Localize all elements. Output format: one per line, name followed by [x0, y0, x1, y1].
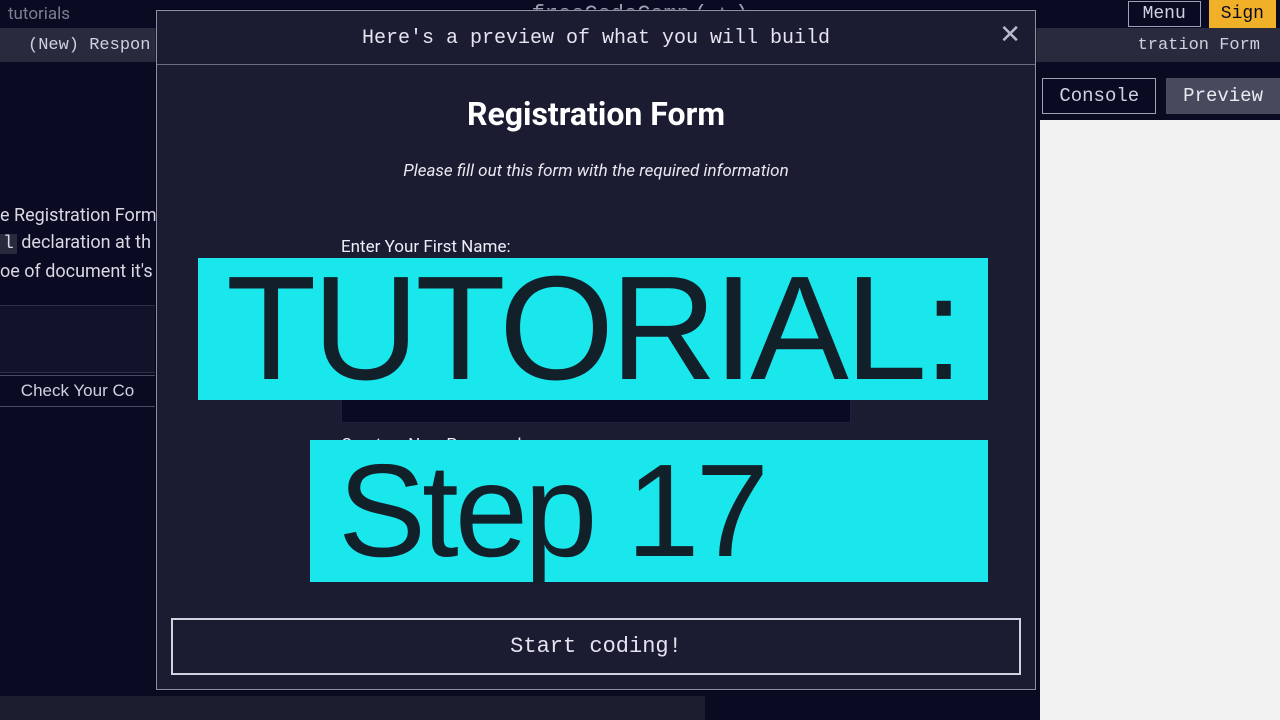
desc-line: l declaration at th	[0, 229, 180, 258]
desc-line: oe of document it's	[0, 258, 180, 285]
radio-label: Personal Account	[366, 532, 500, 552]
editor-footer-strip	[0, 696, 705, 720]
label-last-name: Enter Your Last Name:	[341, 303, 851, 323]
breadcrumb-right: tration Form	[1138, 36, 1260, 55]
signin-button[interactable]: Sign	[1209, 0, 1276, 28]
input-password[interactable]	[341, 463, 851, 489]
modal-title: Here's a preview of what you will build	[362, 27, 830, 50]
modal-footer: Start coding!	[157, 606, 1035, 689]
modal-scroll-area[interactable]: Registration Form Please fill out this f…	[157, 65, 1035, 606]
desc-text: declaration at th	[17, 232, 151, 253]
label-email: Enter Your Email:	[341, 369, 851, 389]
form-divider	[341, 515, 851, 516]
input-email[interactable]	[341, 397, 851, 423]
modal-body: Registration Form Please fill out this f…	[157, 65, 1035, 606]
desc-line: e Registration Form	[0, 202, 180, 229]
code-token: l	[0, 234, 17, 254]
scroll-spacer	[341, 552, 851, 606]
input-first-name[interactable]	[341, 265, 851, 291]
radio-icon	[341, 535, 356, 550]
input-last-name[interactable]	[341, 331, 851, 357]
form-heading: Registration Form	[177, 95, 1015, 133]
tab-preview[interactable]: Preview	[1166, 78, 1280, 114]
breadcrumb-left: (New) Respon	[0, 36, 150, 55]
output-tab-group: Console Preview	[1042, 78, 1280, 114]
modal-header: Here's a preview of what you will build …	[157, 11, 1035, 65]
close-icon[interactable]: ✕	[999, 21, 1021, 47]
label-password: Create a New Password:	[341, 435, 851, 455]
start-coding-button[interactable]: Start coding!	[171, 618, 1021, 675]
preview-pane	[1040, 120, 1280, 720]
code-editor-region[interactable]	[0, 305, 155, 373]
label-first-name: Enter Your First Name:	[341, 237, 851, 257]
top-right-actions: Menu Sign	[1128, 0, 1276, 28]
check-code-button[interactable]: Check Your Co	[0, 375, 155, 407]
nav-tutorials[interactable]: tutorials	[8, 4, 70, 24]
preview-modal: Here's a preview of what you will build …	[156, 10, 1036, 690]
menu-button[interactable]: Menu	[1128, 1, 1201, 27]
step-description: e Registration Form l declaration at th …	[0, 62, 180, 285]
form-subheading: Please fill out this form with the requi…	[177, 161, 1015, 181]
tab-console[interactable]: Console	[1042, 78, 1156, 114]
radio-personal-account[interactable]: Personal Account	[341, 532, 851, 552]
form-preview: Registration Form Please fill out this f…	[177, 95, 1015, 606]
form-fieldset-1: Enter Your First Name: Enter Your Last N…	[341, 237, 851, 606]
instructions-panel: e Registration Form l declaration at th …	[0, 62, 180, 285]
